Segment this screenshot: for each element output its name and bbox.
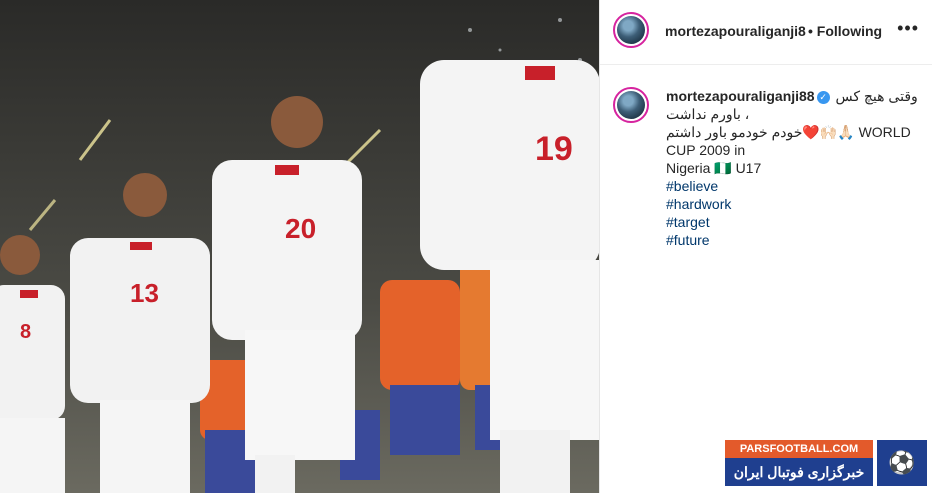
jersey-number: 20 <box>285 213 316 244</box>
watermark-tagline: خبرگزاری فوتبال ایران <box>725 458 873 486</box>
football-player-icon: ⚽ <box>877 440 927 486</box>
caption-avatar[interactable] <box>613 87 649 123</box>
hashtag-link[interactable]: #future <box>666 231 921 249</box>
more-options-icon[interactable]: ••• <box>897 18 919 39</box>
verified-badge-icon: ✓ <box>816 90 830 104</box>
caption-line: Nigeria 🇳🇬 U17 <box>666 160 762 176</box>
jersey-number: 13 <box>130 278 159 308</box>
post-photo[interactable]: 8 13 20 19 <box>0 0 599 493</box>
jersey-number: 19 <box>535 130 573 168</box>
hashtag-link[interactable]: #target <box>666 213 921 231</box>
caption-line: CUP 2009 in <box>666 142 746 158</box>
post-header: mortezapouraliganji8 • Following ••• <box>600 0 932 65</box>
jersey-number: 8 <box>20 321 31 343</box>
watermark-site: PARSFOOTBALL.COM <box>725 440 873 458</box>
header-username[interactable]: mortezapouraliganji8 <box>665 23 806 39</box>
hashtag-link[interactable]: #believe <box>666 177 921 195</box>
caption-line: خودم خودمو باور داشتم❤️🙌🏻🙏🏻 WORLD <box>666 124 911 140</box>
team-photo-illustration: 8 13 20 19 <box>0 0 599 493</box>
following-button[interactable]: • Following <box>808 23 882 39</box>
post-caption: mortezapouraliganji88 ✓ وقتی هیچ کس ، باو… <box>666 87 921 249</box>
hashtag-link[interactable]: #hardwork <box>666 195 921 213</box>
caption-line: وقتی هیچ کس <box>835 88 918 104</box>
parsfootball-watermark: PARSFOOTBALL.COM خبرگزاری فوتبال ایران ⚽ <box>725 440 930 490</box>
caption-line: ، باورم نداشت <box>666 106 750 122</box>
caption-username[interactable]: mortezapouraliganji88 <box>666 88 815 104</box>
avatar[interactable] <box>613 12 649 48</box>
post-sidebar: mortezapouraliganji8 • Following ••• mor… <box>599 0 932 493</box>
